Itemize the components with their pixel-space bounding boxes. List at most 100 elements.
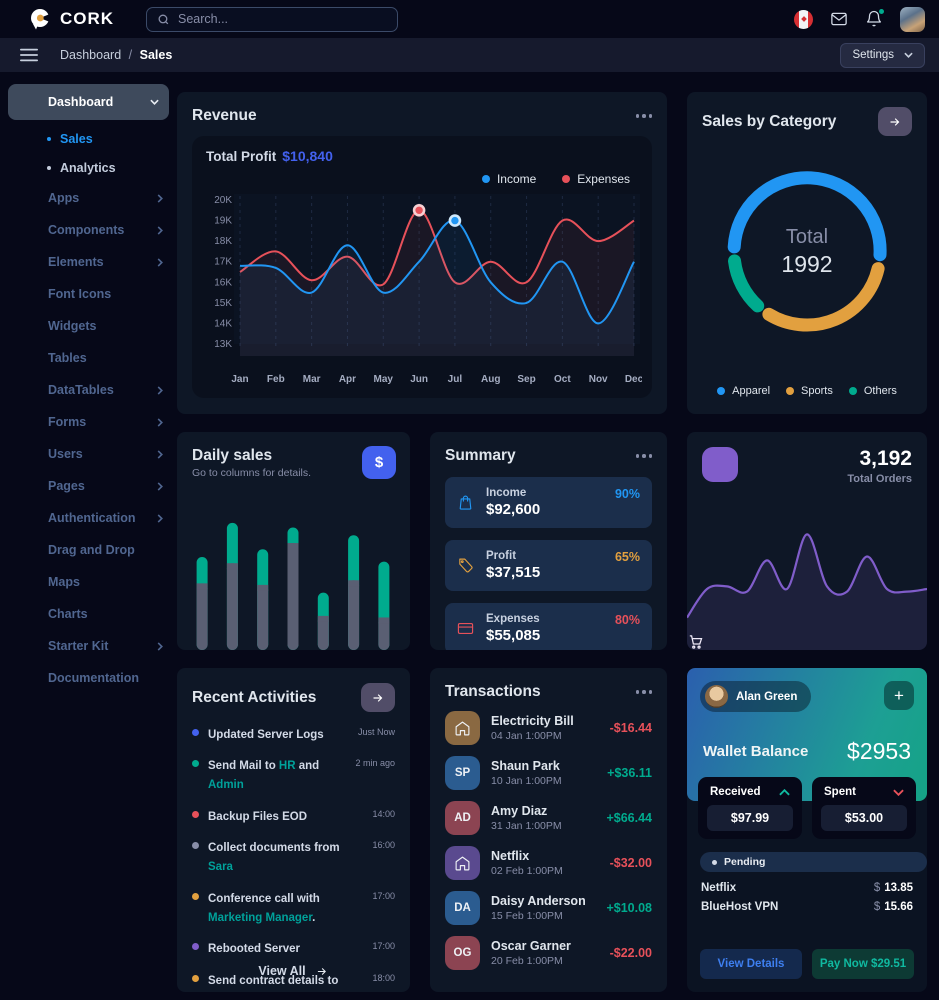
clipboard-icon bbox=[19, 414, 36, 431]
activity-row: Send Mail to HR and Admin 2 min ago bbox=[192, 757, 395, 795]
sidebar-item-drag-and-drop[interactable]: Drag and Drop bbox=[0, 534, 177, 566]
wallet-card: Alan Green + Wallet Balance $2953 Receiv… bbox=[687, 668, 927, 992]
arrow-right-icon bbox=[888, 116, 902, 128]
svg-text:Dec: Dec bbox=[625, 374, 642, 385]
chevron-right-icon bbox=[157, 450, 163, 459]
svg-text:Aug: Aug bbox=[481, 374, 500, 385]
status-dot-icon bbox=[192, 760, 199, 767]
search-input[interactable] bbox=[178, 12, 387, 26]
sidebar-item-charts[interactable]: Charts bbox=[0, 598, 177, 630]
sales-by-category-card: Sales by Category Total 1992 ApparelSpor… bbox=[687, 92, 927, 414]
transaction-amount: +$66.44 bbox=[606, 811, 652, 825]
received-panel[interactable]: Received $97.99 bbox=[698, 777, 802, 839]
transactions-card: Transactions Electricity Bill04 Jan 1:00… bbox=[430, 668, 667, 992]
legend-item: Expenses bbox=[562, 172, 630, 186]
view-details-button[interactable]: View Details bbox=[700, 949, 802, 979]
ellipsis-menu-icon[interactable] bbox=[636, 110, 653, 122]
status-dot-icon bbox=[192, 893, 199, 900]
svg-text:Jun: Jun bbox=[410, 374, 428, 385]
transaction-amount: -$16.44 bbox=[610, 721, 652, 735]
sidebar-item-analytics[interactable]: Analytics bbox=[0, 153, 177, 182]
main-content: Revenue Total Profit$10,840 Income Expens… bbox=[177, 72, 939, 1000]
sidebar-item-apps[interactable]: Apps bbox=[0, 182, 177, 214]
notifications-bell-icon[interactable] bbox=[865, 10, 883, 28]
arrow-right-button[interactable] bbox=[878, 107, 912, 136]
sidebar-item-widgets[interactable]: Widgets bbox=[0, 310, 177, 342]
sidebar-item-forms[interactable]: Forms bbox=[0, 406, 177, 438]
svg-text:19K: 19K bbox=[214, 216, 232, 227]
hamburger-menu-icon[interactable] bbox=[20, 48, 38, 62]
zap-icon bbox=[19, 254, 36, 271]
chevron-right-icon bbox=[157, 482, 163, 491]
search-box[interactable] bbox=[146, 7, 398, 32]
summary-row-income: Income$92,600 90% bbox=[445, 477, 652, 528]
sidebar-item-pages[interactable]: Pages bbox=[0, 470, 177, 502]
svg-text:Mar: Mar bbox=[303, 374, 321, 385]
breadcrumb-bar: Dashboard / Sales Settings bbox=[0, 38, 939, 72]
arrow-right-button[interactable] bbox=[361, 683, 395, 712]
sidebar-item-font-icons[interactable]: Font Icons bbox=[0, 278, 177, 310]
chevron-right-icon bbox=[157, 386, 163, 395]
sidebar-item-components[interactable]: Components bbox=[0, 214, 177, 246]
chevron-right-icon bbox=[157, 258, 163, 267]
breadcrumb-section[interactable]: Dashboard bbox=[60, 48, 121, 62]
transaction-row[interactable]: SPShaun Park10 Jan 1:00PM +$36.11 bbox=[445, 756, 652, 790]
sidebar-item-documentation[interactable]: Documentation bbox=[0, 662, 177, 694]
sidebar-item-authentication[interactable]: Authentication bbox=[0, 502, 177, 534]
chevron-right-icon bbox=[157, 418, 163, 427]
layers-icon bbox=[19, 382, 36, 399]
sidebar-item-users[interactable]: Users bbox=[0, 438, 177, 470]
sidebar-item-elements[interactable]: Elements bbox=[0, 246, 177, 278]
legend-item: Apparel bbox=[717, 385, 770, 397]
home-icon bbox=[19, 94, 36, 111]
sidebar-item-sales[interactable]: Sales bbox=[0, 124, 177, 153]
add-button[interactable]: + bbox=[884, 681, 914, 710]
terminal-icon bbox=[19, 638, 36, 655]
settings-button[interactable]: Settings bbox=[840, 43, 925, 68]
transaction-row[interactable]: Netflix02 Feb 1:00PM -$32.00 bbox=[445, 846, 652, 880]
chevron-down-icon bbox=[893, 789, 904, 796]
spent-panel[interactable]: Spent $53.00 bbox=[812, 777, 916, 839]
sidebar-item-maps[interactable]: Maps bbox=[0, 566, 177, 598]
revenue-line-chart: 20K19K18K17K16K15K14K13KJanFebMarAprMayJ… bbox=[206, 186, 638, 392]
move-icon bbox=[19, 542, 36, 559]
card-icon bbox=[457, 620, 474, 637]
dollar-button[interactable]: $ bbox=[362, 446, 396, 479]
bill-row: BlueHost VPN$15.66 bbox=[701, 901, 913, 913]
transaction-row[interactable]: DADaisy Anderson15 Feb 1:00PM +$10.08 bbox=[445, 891, 652, 925]
bill-list: Netflix$13.85BlueHost VPN$15.66 bbox=[687, 872, 927, 920]
chevron-right-icon bbox=[157, 642, 163, 651]
transaction-row[interactable]: OGOscar Garner20 Feb 1:00PM -$22.00 bbox=[445, 936, 652, 970]
revenue-title: Revenue bbox=[192, 107, 257, 125]
svg-text:16K: 16K bbox=[214, 277, 232, 288]
transaction-row[interactable]: Electricity Bill04 Jan 1:00PM -$16.44 bbox=[445, 711, 652, 745]
svg-text:May: May bbox=[374, 374, 394, 385]
ellipsis-menu-icon[interactable] bbox=[636, 686, 653, 698]
total-profit-value: $10,840 bbox=[282, 148, 333, 164]
map-icon bbox=[19, 574, 36, 591]
summary-percent: 80% bbox=[615, 613, 640, 627]
status-dot-icon bbox=[192, 943, 199, 950]
tag-icon bbox=[457, 557, 474, 574]
legend-item: Income bbox=[482, 172, 536, 186]
total-profit: Total Profit$10,840 bbox=[206, 148, 638, 164]
sidebar-item-dashboard[interactable]: Dashboard bbox=[8, 84, 169, 120]
cart-button[interactable] bbox=[702, 447, 738, 482]
bullet-icon bbox=[47, 166, 51, 170]
view-all-link[interactable]: View All bbox=[177, 964, 410, 978]
ellipsis-menu-icon[interactable] bbox=[636, 450, 653, 462]
sidebar-item-datatables[interactable]: DataTables bbox=[0, 374, 177, 406]
arrow-right-icon bbox=[315, 966, 329, 977]
pay-now-button[interactable]: Pay Now $29.51 bbox=[812, 949, 914, 979]
user-avatar[interactable] bbox=[900, 7, 925, 32]
activity-row: Rebooted Server 17:00 bbox=[192, 940, 395, 959]
wallet-user-pill[interactable]: Alan Green bbox=[700, 681, 811, 712]
transaction-row[interactable]: ADAmy Diaz31 Jan 1:00PM +$66.44 bbox=[445, 801, 652, 835]
sidebar-item-tables[interactable]: Tables bbox=[0, 342, 177, 374]
mail-icon[interactable] bbox=[830, 10, 848, 28]
activity-time: 14:00 bbox=[372, 809, 395, 827]
activity-row: Conference call with Marketing Manager. … bbox=[192, 890, 395, 928]
language-flag-icon[interactable] bbox=[794, 10, 813, 29]
revenue-card: Revenue Total Profit$10,840 Income Expens… bbox=[177, 92, 667, 414]
sidebar-item-starter-kit[interactable]: Starter Kit bbox=[0, 630, 177, 662]
